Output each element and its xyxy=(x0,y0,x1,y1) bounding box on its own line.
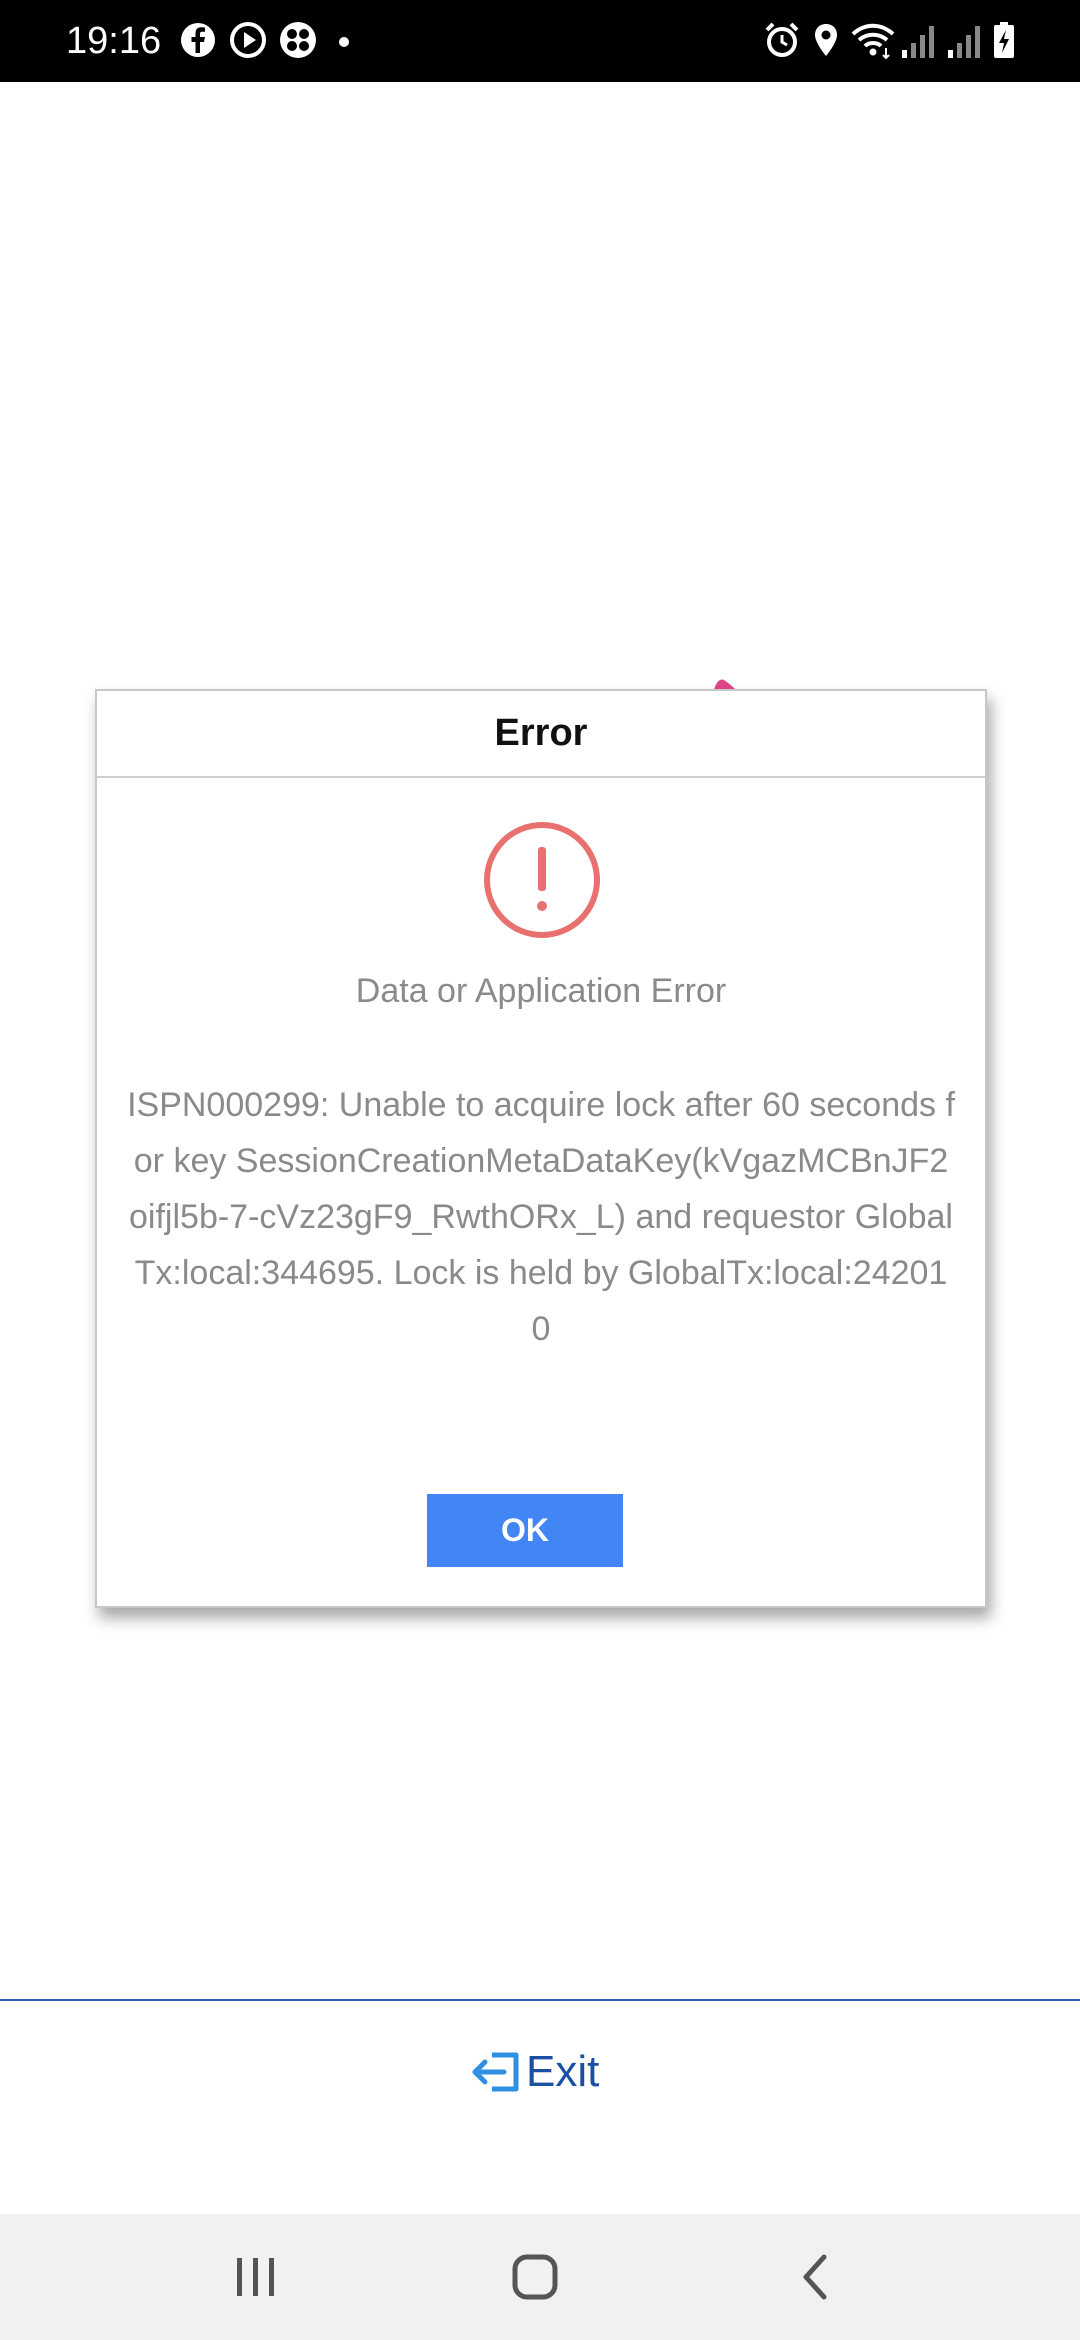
alert-circle-icon xyxy=(483,821,601,939)
exit-link[interactable]: Exit xyxy=(470,2046,599,2098)
alarm-icon xyxy=(762,20,802,60)
play-icon xyxy=(228,20,268,60)
navigation-bar xyxy=(0,2214,1080,2340)
dialog-title: Error xyxy=(494,712,588,754)
home-icon xyxy=(500,2244,570,2310)
dialog-header: Error xyxy=(97,691,985,778)
error-dialog: Error Data or Application Error ISPN0002… xyxy=(95,689,987,1608)
battery-icon xyxy=(992,20,1016,60)
background-graphic xyxy=(714,679,736,690)
dot-icon xyxy=(334,20,354,60)
back-button[interactable] xyxy=(782,2244,852,2310)
signal-icon xyxy=(900,20,938,60)
ok-button[interactable]: OK xyxy=(427,1494,623,1567)
exit-label: Exit xyxy=(526,2047,600,2096)
status-time: 19:16 xyxy=(66,20,162,62)
recent-apps-button[interactable] xyxy=(220,2244,290,2310)
status-bar: 19:16 xyxy=(0,0,1080,82)
wifi-icon xyxy=(850,20,896,60)
footer-divider xyxy=(0,1999,1080,2001)
error-message: ISPN000299: Unable to acquire lock after… xyxy=(127,1086,955,1348)
home-button[interactable] xyxy=(500,2244,570,2310)
location-icon xyxy=(806,20,846,60)
error-subtitle: Data or Application Error xyxy=(355,972,727,1010)
facebook-icon xyxy=(178,20,218,60)
app-grid-icon xyxy=(278,20,318,60)
signal-icon xyxy=(946,20,984,60)
exit-icon xyxy=(470,2049,524,2095)
back-icon xyxy=(782,2244,852,2310)
recent-apps-icon xyxy=(220,2244,290,2310)
